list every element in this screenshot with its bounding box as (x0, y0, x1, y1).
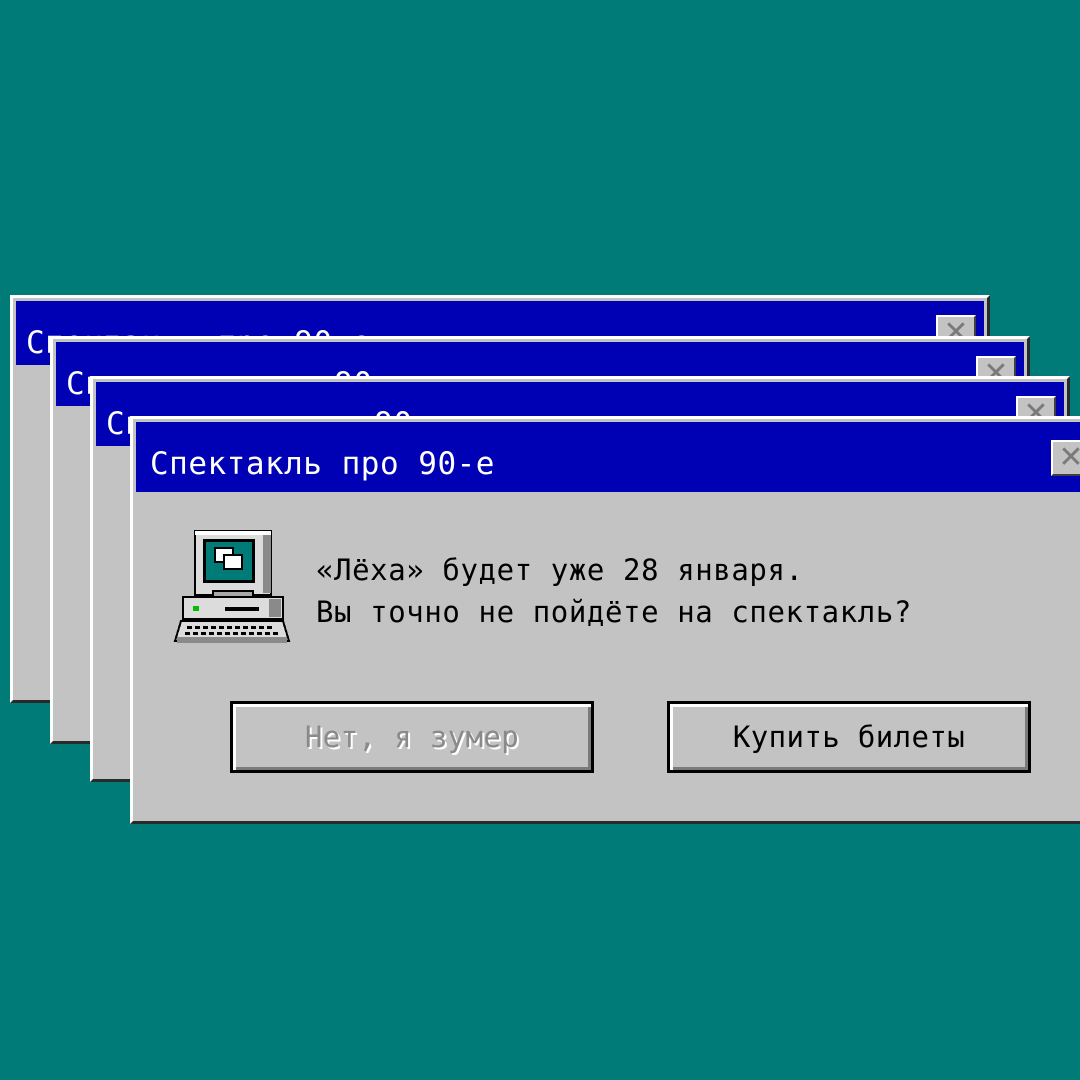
dialog-title: Спектакль про 90-е (150, 446, 495, 482)
buy-tickets-button[interactable]: Купить билеты (667, 701, 1031, 773)
computer-icon (173, 530, 291, 643)
close-icon[interactable]: ✕ (1051, 440, 1080, 476)
dialog-titlebar: Спектакль про 90-е ✕ (136, 422, 1080, 492)
desktop: { "windows": [ {"title": "Спектакль про … (0, 0, 1080, 1080)
message-line-1: «Лёха» будет уже 28 января. (316, 553, 804, 587)
dialog-window: Спектакль про 90-е ✕ «Лёха» будет уже 28… (130, 416, 1080, 824)
decline-button[interactable]: Нет, я зумер (230, 701, 594, 773)
message-line-2: Вы точно не пойдёте на спектакль? (316, 595, 912, 629)
dialog-message: «Лёха» будет уже 28 января. Вы точно не … (316, 549, 912, 633)
